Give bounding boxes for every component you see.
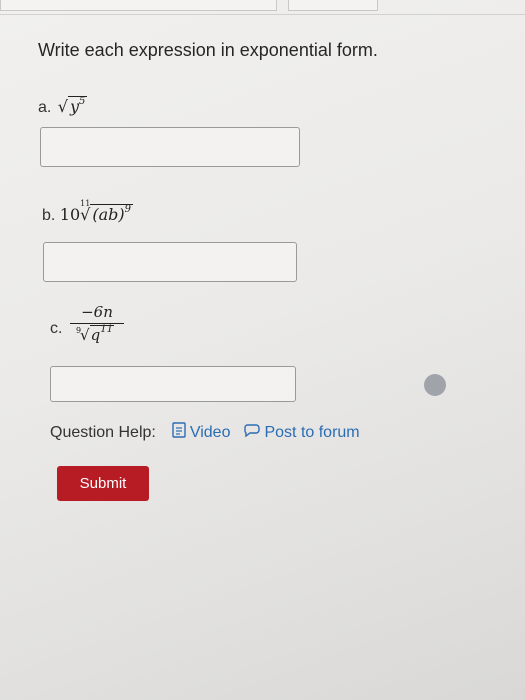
instructions: Write each expression in exponential for… <box>38 40 378 60</box>
question-b: b. 10 11 √ (ab)9 <box>42 199 133 225</box>
radicand: q <box>90 326 101 344</box>
submit-button[interactable]: Submit <box>57 466 149 501</box>
chat-bubble-icon <box>244 422 261 443</box>
question-b-expression: 10 11 √ (ab)9 <box>59 199 133 224</box>
question-b-label: b. <box>42 207 56 224</box>
divider <box>0 14 525 15</box>
question-c-label: c. <box>50 320 63 337</box>
exponent: 9 <box>124 204 131 215</box>
radical-sign: √ <box>80 326 90 344</box>
answer-input-b[interactable] <box>43 242 297 282</box>
denominator: 9 √q11 <box>70 324 124 344</box>
question-a: a. √ y5 <box>38 96 88 117</box>
status-dot <box>424 374 446 396</box>
root-index: 9 <box>76 326 82 335</box>
exponent: 5 <box>79 96 86 107</box>
numerator: −6n <box>81 303 113 321</box>
root-index: 11 <box>80 199 91 208</box>
answer-input-a[interactable] <box>40 127 300 167</box>
forum-link[interactable]: Post to forum <box>244 422 360 443</box>
radical-sign: √ <box>57 97 68 116</box>
answer-input-c[interactable] <box>50 366 296 402</box>
exponent: 11 <box>100 324 113 335</box>
forum-label: Post to forum <box>264 423 360 441</box>
question-a-label: a. <box>38 99 52 116</box>
top-tab-right <box>288 0 378 11</box>
radicand: y <box>70 97 80 116</box>
question-a-expression: √ y5 <box>57 96 88 116</box>
radicand: (ab) <box>92 205 125 224</box>
top-browser-strip <box>0 0 525 12</box>
coefficient: 10 <box>59 205 81 224</box>
help-label: Question Help: <box>50 423 156 441</box>
document-icon <box>172 422 186 443</box>
top-tab-left <box>0 0 277 11</box>
video-link[interactable]: Video <box>172 422 231 443</box>
question-help: Question Help: Video Post to forum <box>50 422 360 443</box>
question-c-expression: −6n 9 √q11 <box>70 303 124 344</box>
video-label: Video <box>189 423 231 441</box>
